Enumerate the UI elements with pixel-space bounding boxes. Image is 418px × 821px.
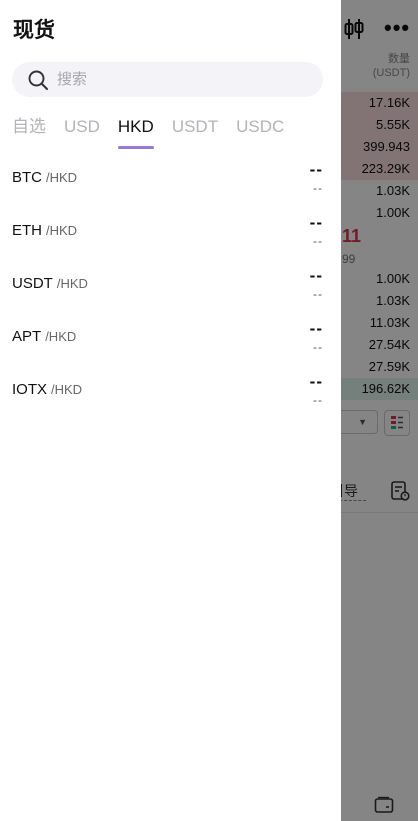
- pair-row-iotx[interactable]: IOTX/HKD -- --: [0, 370, 341, 423]
- search-icon: [28, 70, 48, 90]
- search-field[interactable]: 搜索: [12, 62, 323, 97]
- pair-price: --: [309, 266, 323, 285]
- pair-base: IOTX: [12, 381, 48, 398]
- pair-base: BTC: [12, 169, 42, 186]
- pair-symbol: IOTX/HKD: [12, 380, 82, 400]
- pair-price: --: [309, 160, 323, 179]
- pair-change: --: [313, 181, 323, 195]
- pair-symbol: BTC/HKD: [12, 168, 77, 188]
- pair-base: ETH: [12, 222, 42, 239]
- pair-quote: /HKD: [46, 223, 78, 238]
- pair-row-usdt[interactable]: USDT/HKD -- --: [0, 264, 341, 317]
- quote-currency-tabs: 自选 USD HKD USDT USDC: [12, 114, 302, 152]
- pair-change: --: [313, 234, 323, 248]
- tab-favorites[interactable]: 自选: [12, 114, 46, 152]
- pair-price: --: [309, 319, 323, 338]
- search-placeholder: 搜索: [57, 71, 88, 88]
- pair-change: --: [313, 340, 323, 354]
- pair-list: BTC/HKD -- -- ETH/HKD -- -- USDT/HKD -- …: [0, 158, 341, 423]
- pair-price: --: [309, 372, 323, 391]
- app-root: ••• 数量 (USDT) 17.16K 5.55K 399.943 223.2…: [0, 0, 418, 821]
- tab-hkd[interactable]: HKD: [117, 114, 154, 152]
- pair-change: --: [313, 287, 323, 301]
- tab-usd[interactable]: USD: [64, 114, 100, 152]
- spot-market-drawer: 现货 搜索 自选 USD HKD USDT USDC BTC/HKD -- --: [0, 0, 341, 821]
- tab-usdc[interactable]: USDC: [236, 114, 284, 152]
- pair-symbol: ETH/HKD: [12, 221, 77, 241]
- pair-symbol: APT/HKD: [12, 327, 76, 347]
- pair-base: APT: [12, 328, 42, 345]
- pair-price: --: [309, 213, 323, 232]
- pair-row-eth[interactable]: ETH/HKD -- --: [0, 211, 341, 264]
- pair-quote: /HKD: [46, 170, 78, 185]
- pair-quote: /HKD: [56, 276, 88, 291]
- pair-symbol: USDT/HKD: [12, 274, 88, 294]
- pair-quote: /HKD: [45, 329, 77, 344]
- pair-base: USDT: [12, 275, 53, 292]
- tab-usdt[interactable]: USDT: [172, 114, 218, 152]
- pair-quote: /HKD: [51, 382, 83, 397]
- pair-row-btc[interactable]: BTC/HKD -- --: [0, 158, 341, 211]
- pair-change: --: [313, 393, 323, 407]
- drawer-title: 现货: [13, 19, 55, 42]
- pair-row-apt[interactable]: APT/HKD -- --: [0, 317, 341, 370]
